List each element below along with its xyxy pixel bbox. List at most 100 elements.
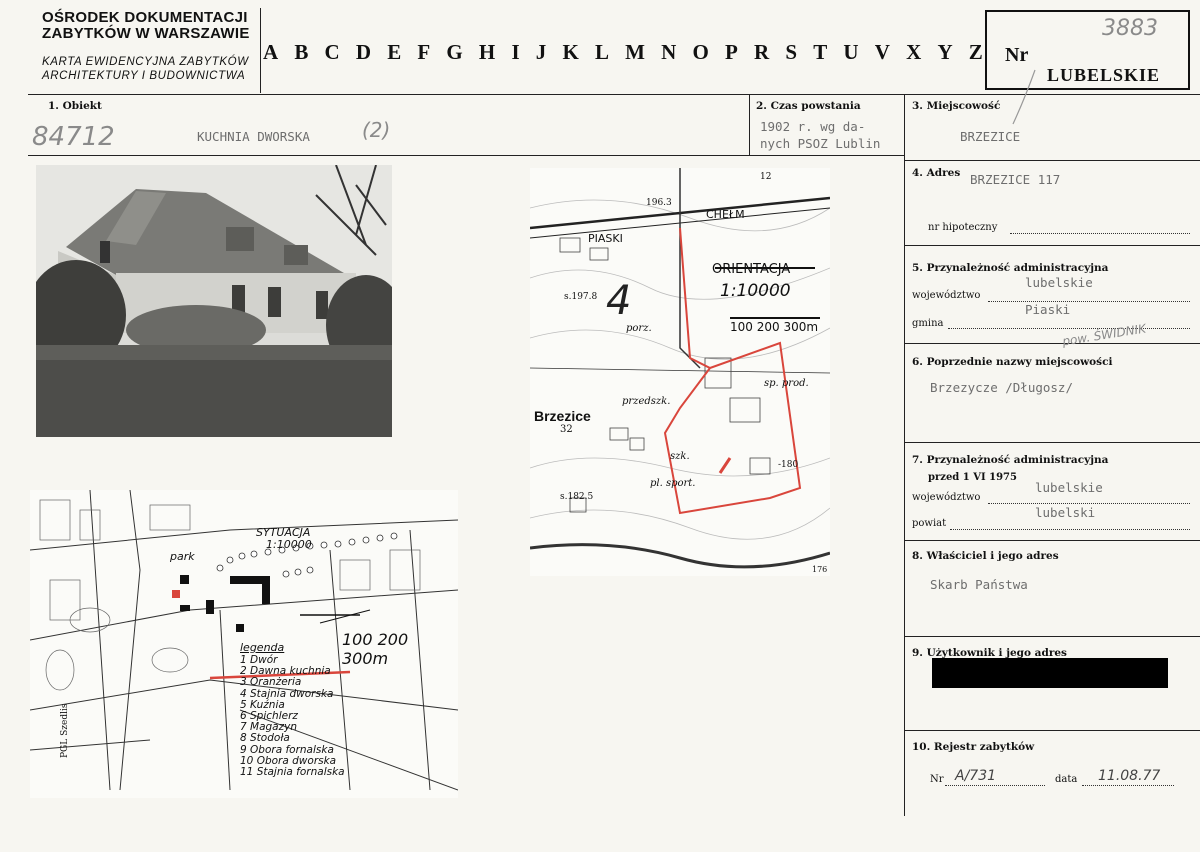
card-type-line2: ARCHITEKTURY I BUDOWNICTWA — [42, 70, 246, 82]
orientation-map-drawing — [530, 168, 830, 569]
przynaleznosc75-label: 7. Przynależność administracyjna — [912, 454, 1109, 466]
legend-title: legenda — [240, 641, 285, 654]
site-plan: SYTUACJA 1:10000 100 200 300m park PGL S… — [30, 490, 458, 798]
pencil-stroke — [1012, 69, 1036, 125]
map-label: sp. prod. — [764, 378, 809, 389]
index-letter[interactable]: N — [661, 40, 676, 65]
index-letter[interactable]: V — [875, 40, 890, 65]
map-label: przedszk. — [622, 396, 671, 407]
row1-rule — [28, 155, 904, 156]
wojewodztwo-dotted-line — [988, 301, 1190, 302]
map-label: porz. — [626, 323, 652, 334]
rejestr-label: 10. Rejestr zabytków — [912, 741, 1035, 753]
plan-scale: 1:10000 — [266, 538, 312, 551]
gmina-dotted-line — [948, 328, 1190, 329]
obiekt-label: 1. Obiekt — [48, 100, 102, 112]
right-rule-7 — [904, 730, 1200, 731]
org-name-line1: OŚRODEK DOKUMENTACJI — [42, 9, 248, 26]
index-letter[interactable]: J — [536, 40, 547, 65]
index-letter[interactable]: R — [754, 40, 769, 65]
index-letter[interactable]: F — [417, 40, 430, 65]
legend-item: 8 Stodoła — [240, 732, 290, 745]
wlasciciel-label: 8. Właściciel i jego adres — [912, 550, 1059, 562]
poprzednie-nazwy-label: 6. Poprzednie nazwy miejscowości — [912, 356, 1113, 368]
gmina-label: gmina — [912, 318, 944, 329]
wojewodztwo-label: województwo — [912, 290, 981, 301]
index-letter[interactable]: S — [785, 40, 797, 65]
przed-1975-label: przed 1 VI 1975 — [928, 472, 1017, 483]
right-rule-5 — [904, 540, 1200, 541]
map-label: 32 — [560, 424, 573, 435]
map-scale: 1:10000 — [720, 281, 791, 301]
adres-label: 4. Adres — [912, 167, 961, 179]
col-divider-1 — [749, 94, 750, 155]
map-label: 196.3 — [646, 198, 672, 208]
index-letter[interactable]: L — [595, 40, 609, 65]
poprzednie-nazwy-value: Brzezycze /Długosz/ — [930, 380, 1073, 395]
rejestr-nr-value: A/731 — [955, 768, 997, 784]
index-letter[interactable]: Y — [937, 40, 952, 65]
powiat-dotted-line — [950, 529, 1190, 530]
index-letter[interactable]: P — [725, 40, 738, 65]
nr-handwritten-value: 3883 — [1102, 16, 1158, 41]
building-photo — [36, 165, 392, 437]
index-letter[interactable]: G — [446, 40, 462, 65]
index-letter[interactable]: O — [693, 40, 709, 65]
index-letter[interactable]: Z — [969, 40, 983, 65]
hipoteczny-dotted-line — [1010, 233, 1190, 234]
gmina-value: Piaski — [1025, 302, 1071, 317]
alphabet-index: A B C D E F G H I J K L M N O P R S T U … — [263, 40, 983, 65]
index-letter[interactable]: X — [906, 40, 921, 65]
index-letter[interactable]: U — [843, 40, 858, 65]
index-letter[interactable]: K — [562, 40, 578, 65]
map-label: Brzezice — [534, 408, 591, 424]
right-rule-6 — [904, 636, 1200, 637]
miejscowosc-label: 3. Miejscowość — [912, 100, 1001, 112]
index-letter[interactable]: A — [263, 40, 278, 65]
index-letter[interactable]: M — [625, 40, 645, 65]
powiat-label: powiat — [912, 518, 947, 529]
plan-scale-ticks: 100 200 300m — [342, 630, 409, 668]
col-divider-2 — [904, 94, 905, 816]
index-letter[interactable]: T — [813, 40, 827, 65]
index-letter[interactable]: D — [356, 40, 371, 65]
right-rule-1 — [904, 160, 1200, 161]
powiat-handwritten-note: pow. ŚWIDNIK — [1061, 321, 1147, 349]
index-letter[interactable]: H — [479, 40, 495, 65]
index-letter[interactable]: C — [325, 40, 340, 65]
index-letter[interactable]: E — [387, 40, 401, 65]
plan-park-label: park — [170, 550, 195, 563]
map-label: -180 — [778, 460, 799, 470]
rejestr-nr-dotted-line — [945, 785, 1045, 786]
legend-list: 1 Dwór 2 Dawna kuchnia 3 Oranżeria 4 Sta… — [240, 654, 345, 779]
right-rule-3 — [904, 343, 1200, 344]
redaction-bar — [932, 658, 1168, 688]
map-scale-ticks: 100 200 300m — [730, 320, 819, 334]
przynaleznosc-label: 5. Przynależność administracyjna — [912, 262, 1109, 274]
map-label: s.197.8 — [564, 292, 598, 302]
rejestr-data-label: data — [1055, 774, 1078, 785]
map-label: s.182.5 — [560, 492, 594, 502]
right-rule-4 — [904, 442, 1200, 443]
header-divider — [260, 8, 261, 93]
adres-value: BRZEZICE 117 — [970, 172, 1061, 187]
record-card: OŚRODEK DOKUMENTACJI ZABYTKÓW W WARSZAWI… — [0, 0, 1200, 852]
czas-line1: 1902 r. wg da- — [760, 119, 866, 134]
obiekt-value: KUCHNIA DWORSKA — [197, 129, 310, 144]
plan-forest-label: PGL Szedlis — [60, 703, 70, 758]
map-label: szk. — [670, 451, 690, 462]
czas-line2: nych PSOZ Lublin — [760, 136, 881, 151]
miejscowosc-value: BRZEZICE — [960, 129, 1021, 144]
legend-item: 11 Stajnia fornalska — [240, 766, 345, 779]
wlasciciel-value: Skarb Państwa — [930, 577, 1028, 592]
hipoteczny-label: nr hipoteczny — [928, 222, 998, 233]
right-rule-2 — [904, 245, 1200, 246]
legend-item: 3 Oranżeria — [240, 676, 302, 689]
map-label: 4 — [606, 278, 632, 324]
index-letter[interactable]: I — [511, 40, 519, 65]
powiat-value: lubelski — [1035, 505, 1096, 520]
rejestr-data-value: 11.08.77 — [1098, 768, 1161, 784]
index-letter[interactable]: B — [294, 40, 308, 65]
obiekt-note: (2) — [362, 118, 391, 142]
nr-label: Nr — [1005, 44, 1029, 66]
